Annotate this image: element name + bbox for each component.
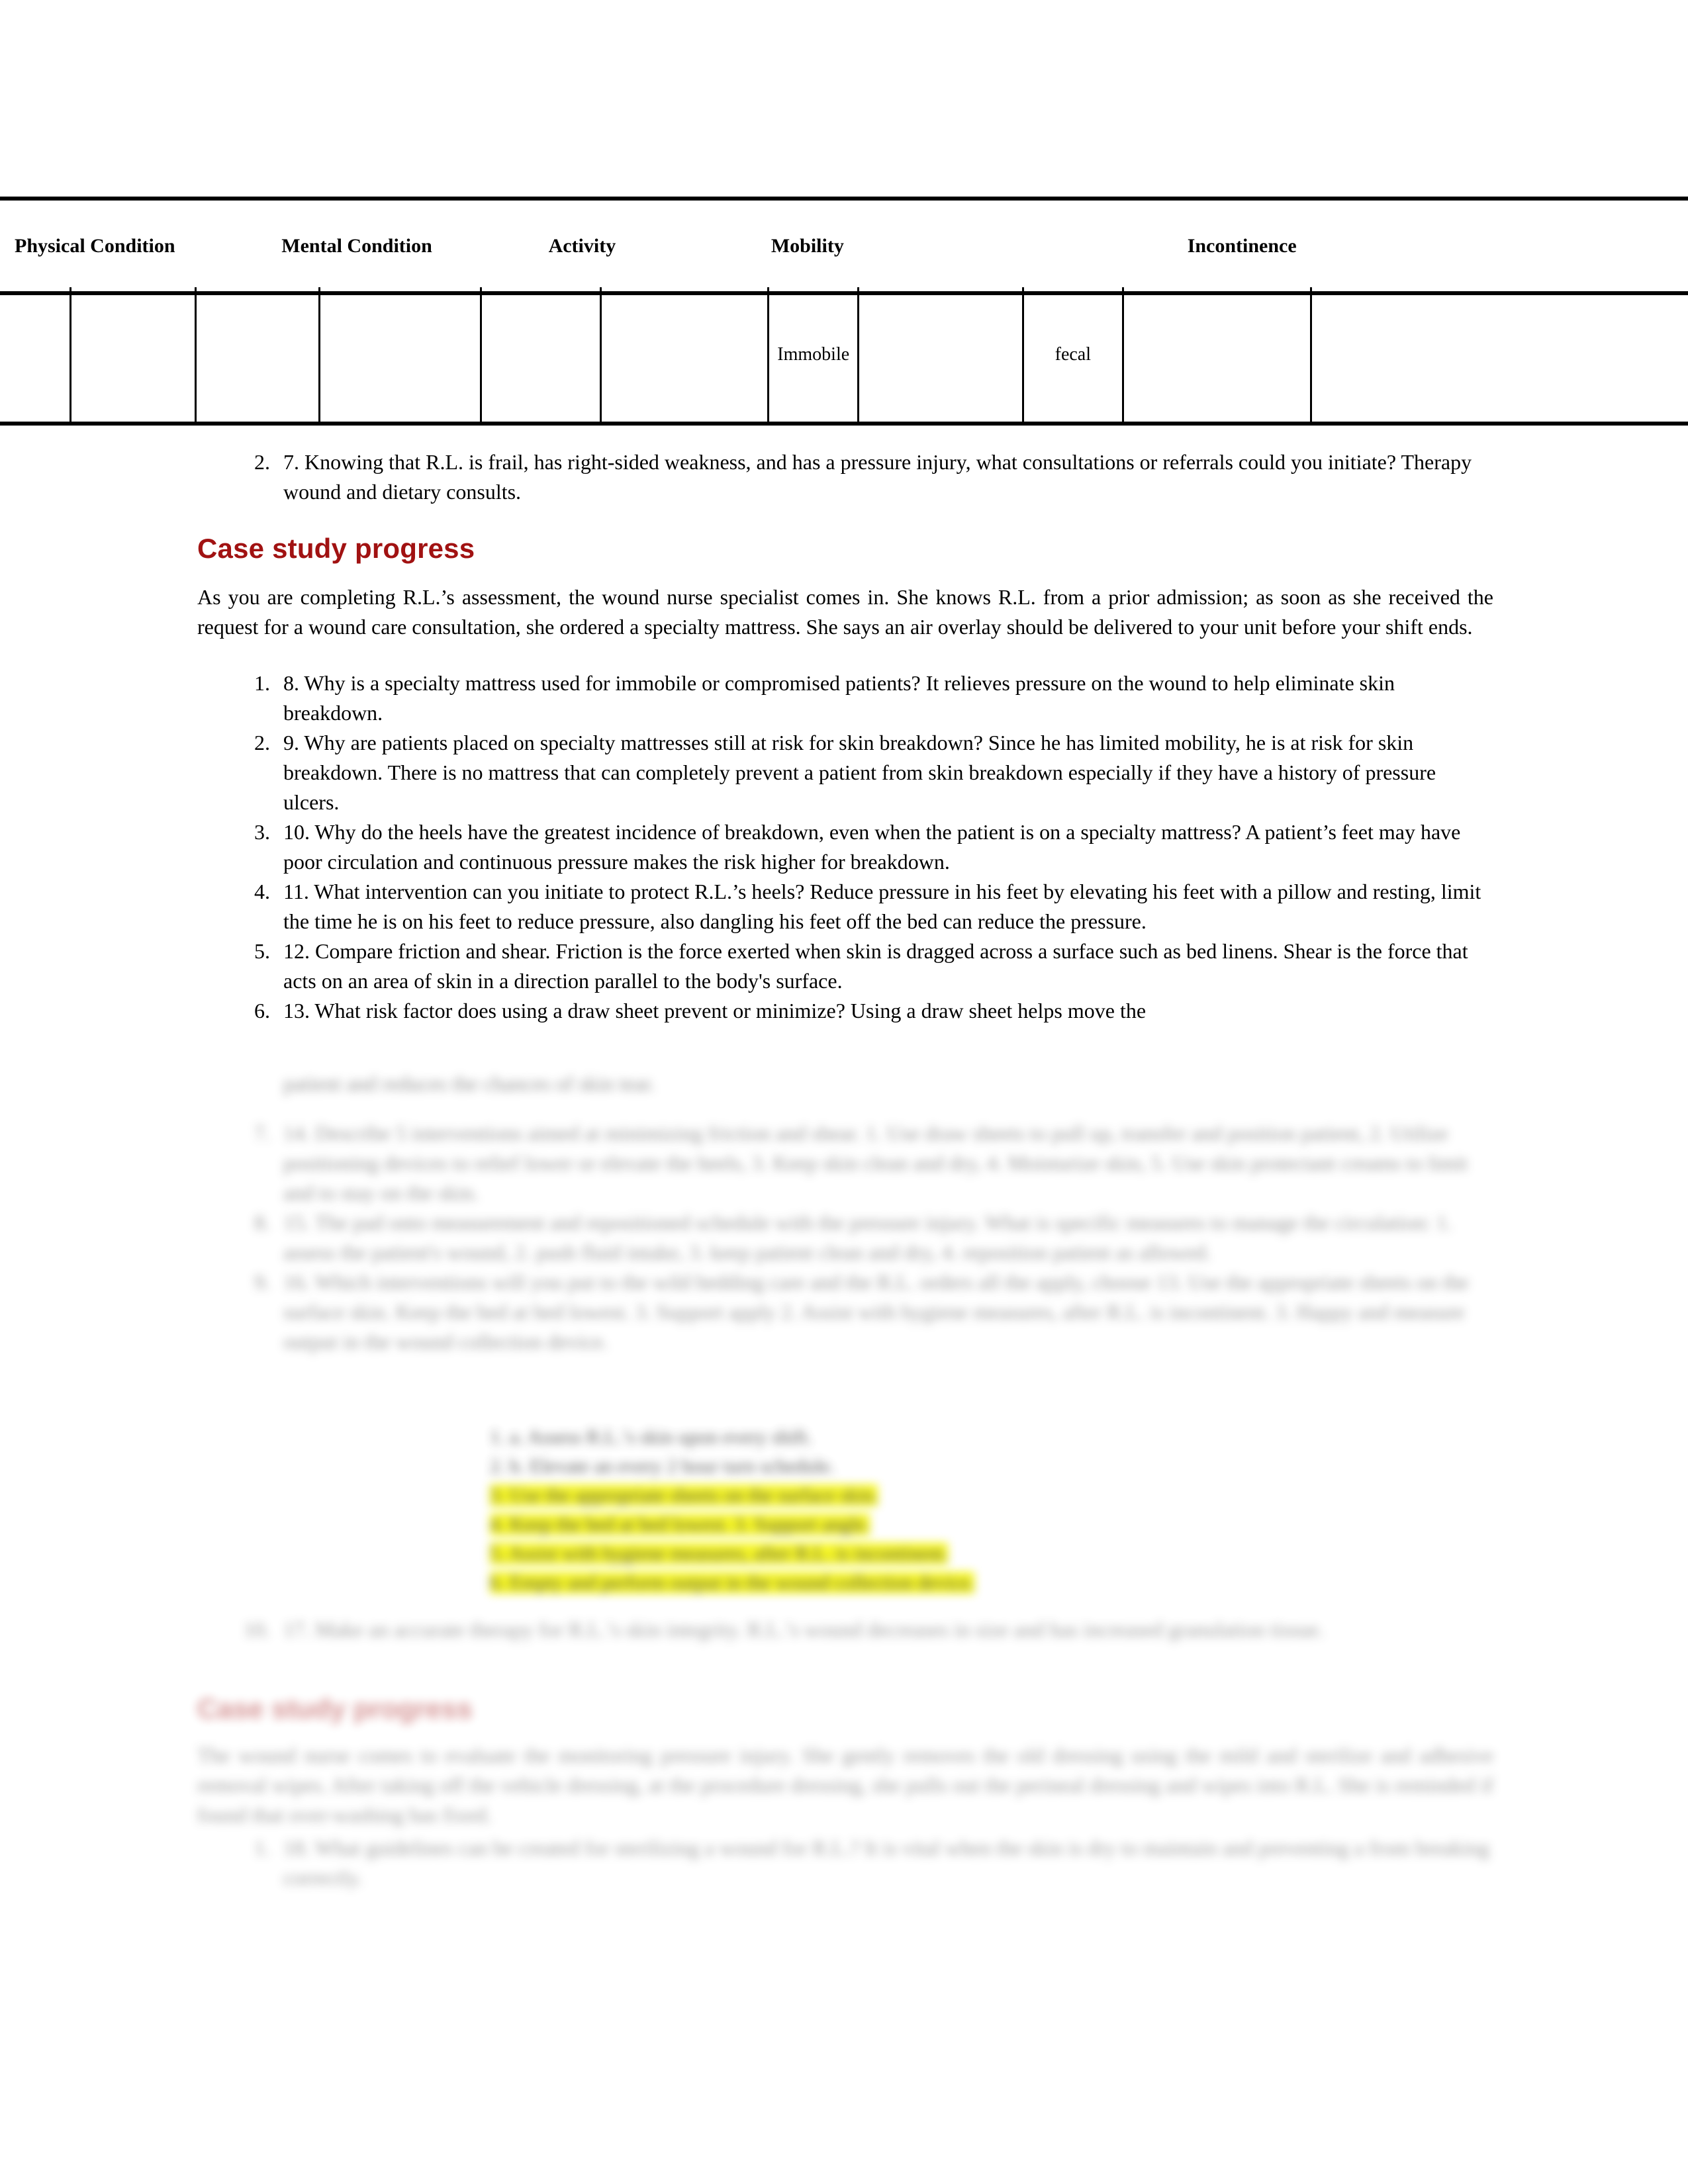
table-header-activity: Activity	[534, 197, 757, 295]
table-cell-4	[479, 287, 601, 426]
table-header-spacer	[961, 197, 1173, 295]
table-cell-0	[0, 287, 71, 426]
list-item-number: 4.	[254, 880, 270, 903]
list-item-text: 12. Compare friction and shear. Friction…	[283, 939, 1468, 993]
obscured-item-6-continuation: patient and reduces the chances of skin …	[283, 1071, 655, 1095]
list-item-number: 1.	[254, 1836, 270, 1860]
risk-assessment-value-row-table: Immobile fecal	[0, 287, 1688, 426]
table-header-mental-condition: Mental Condition	[267, 197, 534, 295]
obscured-paragraph: The wound nurse comes to evaluate the mo…	[197, 1743, 1493, 1827]
obscured-list-item: 9. 16. Which interventions will you put …	[197, 1267, 1495, 1357]
list-item-text: 10. Why do the heels have the greatest i…	[283, 820, 1461, 874]
table-row: Immobile fecal	[0, 287, 1688, 426]
list-item-number: 7.	[254, 1121, 270, 1145]
list-item-number: 2.	[254, 450, 270, 474]
list-item-number: 8.	[254, 1210, 270, 1234]
page-title-case-study-progress-2: Case study progress	[197, 1693, 473, 1724]
document-page: Physical Condition Mental Condition Acti…	[0, 0, 1688, 2184]
list-item-text: 13. What risk factor does using a draw s…	[283, 999, 1147, 1023]
table-cell-incontinence-value: fecal	[1021, 287, 1123, 426]
list-item-number: 10.	[244, 1617, 270, 1641]
list-item-number: 2.	[254, 731, 270, 754]
obscured-list-item: 8. 15. The pad onto measurement and repo…	[197, 1208, 1495, 1267]
table-cell-2	[195, 287, 320, 426]
table-cell-3	[318, 287, 481, 426]
obscured-list-item: 10. 17. Make an accurate therapy for R.L…	[197, 1615, 1495, 1645]
table-cell-10	[1310, 287, 1688, 426]
table-header-incontinence: Incontinence	[1172, 197, 1688, 295]
obscured-list-item: 1. 18. What guidelines can be created fo…	[197, 1833, 1495, 1893]
list-item: 6. 13. What risk factor does using a dra…	[197, 996, 1495, 1026]
page-title-case-study-progress: Case study progress	[197, 533, 475, 564]
list-item-number: 6.	[254, 999, 270, 1023]
list-item-text: 11. What intervention can you initiate t…	[283, 880, 1481, 933]
list-item-question-7: 2. 7. Knowing that R.L. is frail, has ri…	[197, 447, 1495, 507]
list-item-text: 18. What guidelines can be created for s…	[283, 1836, 1489, 1889]
checklist-item-highlighted: 3. Use the appropriate sheets on the sur…	[490, 1484, 878, 1506]
intro-paragraph: As you are completing R.L.’s assessment,…	[197, 585, 1493, 639]
checklist-item: 1. a. Assess R.L.’s skin upon every shif…	[490, 1426, 812, 1448]
list-item-text: 14. Describe 5 interventions aimed at mi…	[283, 1121, 1468, 1205]
list-item: 2. 9. Why are patients placed on special…	[197, 728, 1495, 817]
list-item-number: 3.	[254, 820, 270, 844]
question-list: 1. 8. Why is a specialty mattress used f…	[197, 668, 1495, 1026]
list-item: 4. 11. What intervention can you initiat…	[197, 877, 1495, 936]
list-item-number: 5.	[254, 939, 270, 963]
checklist-item: 2. b. Elevate an every 2 hour turn sched…	[490, 1455, 835, 1477]
checklist-item-highlighted: 4. Keep the bed at bed lowest. 3. Suppor…	[490, 1514, 870, 1535]
list-item-text: 9. Why are patients placed on specialty …	[283, 731, 1436, 814]
list-item: 1. 8. Why is a specialty mattress used f…	[197, 668, 1495, 728]
table-header-row: Physical Condition Mental Condition Acti…	[0, 197, 1688, 295]
list-item-number: 9.	[254, 1270, 270, 1294]
list-item-text: 17. Make an accurate therapy for R.L.’s …	[283, 1617, 1324, 1641]
table-cell-1	[69, 287, 196, 426]
table-cell-9	[1121, 287, 1311, 426]
list-item: 3. 10. Why do the heels have the greates…	[197, 817, 1495, 877]
checklist-item-highlighted: 5. Assist with hygiene measures, after R…	[490, 1543, 949, 1565]
obscured-question-list: 7. 14. Describe 5 interventions aimed at…	[197, 1118, 1495, 1357]
table-header-mobility: Mobility	[756, 197, 961, 295]
list-item-text: 8. Why is a specialty mattress used for …	[283, 671, 1395, 725]
list-item-number: 1.	[254, 671, 270, 695]
list-item: 5. 12. Compare friction and shear. Frict…	[197, 936, 1495, 996]
table-cell-5	[599, 287, 769, 426]
highlighted-checklist: 1. a. Assess R.L.’s skin upon every shif…	[490, 1423, 1271, 1598]
list-item-text: 15. The pad onto measurement and reposit…	[283, 1210, 1452, 1264]
list-item-text: 16. Which interventions will you put to …	[283, 1270, 1469, 1353]
table-cell-mobility-value: Immobile	[767, 287, 859, 426]
obscured-last-item-list: 10. 17. Make an accurate therapy for R.L…	[197, 1615, 1495, 1645]
obscured-list-item: 7. 14. Describe 5 interventions aimed at…	[197, 1118, 1495, 1208]
checklist-item-highlighted: 6. Empty and perform output in the wound…	[490, 1572, 975, 1594]
list-item-text: 7. Knowing that R.L. is frail, has right…	[283, 450, 1472, 504]
table-header-physical-condition: Physical Condition	[0, 197, 267, 295]
obscured-tail-list: 1. 18. What guidelines can be created fo…	[197, 1833, 1495, 1893]
table-cell-7	[857, 287, 1023, 426]
risk-assessment-table: Physical Condition Mental Condition Acti…	[0, 197, 1688, 295]
